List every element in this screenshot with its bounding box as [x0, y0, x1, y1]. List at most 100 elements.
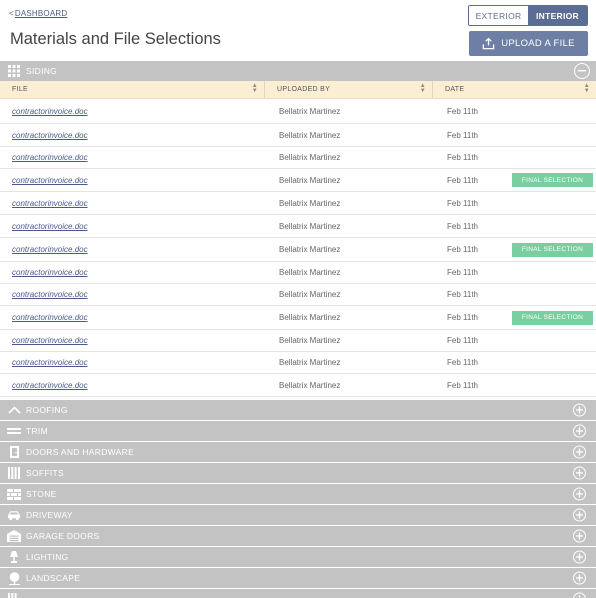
section-label: DRIVEWAY — [26, 510, 73, 520]
exterior-toggle-button[interactable]: EXTERIOR — [469, 6, 528, 25]
section-header-soffits[interactable]: SOFFITS — [0, 463, 596, 483]
table-row[interactable]: contractorinvoice.doc Bellatrix Martinez F… — [0, 306, 596, 330]
section-label: ROOFING — [26, 405, 68, 415]
file-link[interactable]: contractorinvoice.doc — [12, 131, 88, 140]
expand-plus-icon[interactable] — [573, 403, 586, 417]
section-header-landscape[interactable]: LANDSCAPE — [0, 568, 596, 588]
table-row[interactable]: contractorinvoice.doc Bellatrix Martinez F… — [0, 215, 596, 238]
uploaded-by-cell: Bellatrix Martinez — [279, 106, 341, 116]
chevron-left-icon: < — [9, 9, 14, 18]
file-cell: contractorinvoice.doc — [0, 245, 266, 254]
uploaded-by-cell: Bellatrix Martinez — [279, 245, 341, 254]
date-cell: Feb 11th — [447, 380, 478, 390]
date-cell: Feb 11th — [447, 130, 478, 140]
section-header-stone[interactable]: STONE — [0, 484, 596, 504]
interior-toggle-button[interactable]: INTERIOR — [528, 6, 587, 25]
uploaded-by-cell: Bellatrix Martinez — [279, 358, 341, 367]
partial-section-icon — [7, 592, 21, 598]
upload-file-button[interactable]: UPLOAD A FILE — [469, 31, 588, 56]
section-header-trim[interactable]: TRIM — [0, 421, 596, 441]
expand-plus-icon[interactable] — [573, 487, 586, 501]
column-header-date[interactable]: DATE ▲ ▼ — [433, 81, 596, 98]
table-row[interactable]: contractorinvoice.doc Bellatrix Martinez F… — [0, 330, 596, 352]
back-to-dashboard-link[interactable]: <DASHBOARD — [9, 9, 67, 18]
file-link[interactable]: contractorinvoice.doc — [12, 381, 88, 390]
file-link[interactable]: contractorinvoice.doc — [12, 107, 88, 116]
file-cell: contractorinvoice.doc — [0, 358, 266, 367]
expand-plus-icon[interactable] — [573, 529, 586, 543]
date-cell: Feb 11th — [447, 153, 478, 162]
final-selection-badge: FINAL SELECTION — [512, 173, 593, 187]
table-row[interactable]: contractorinvoice.doc Bellatrix Martinez F… — [0, 374, 596, 397]
uploaded-by-cell: Bellatrix Martinez — [279, 153, 341, 162]
uploaded-by-cell: Bellatrix Martinez — [279, 175, 341, 185]
table-row[interactable]: contractorinvoice.doc Bellatrix Martinez F… — [0, 262, 596, 284]
soffits-icon — [7, 466, 21, 480]
file-link[interactable]: contractorinvoice.doc — [12, 290, 88, 299]
file-cell: contractorinvoice.doc — [0, 153, 266, 162]
file-link[interactable]: contractorinvoice.doc — [12, 153, 88, 162]
table-row[interactable]: contractorinvoice.doc Bellatrix Martinez F… — [0, 124, 596, 147]
table-row[interactable]: contractorinvoice.doc Bellatrix Martinez F… — [0, 352, 596, 374]
table-row[interactable]: contractorinvoice.doc Bellatrix Martinez F… — [0, 284, 596, 306]
tree-icon — [7, 571, 21, 585]
section-header-roofing[interactable]: ROOFING — [0, 400, 596, 420]
section-label: SOFFITS — [26, 468, 64, 478]
expand-plus-icon[interactable] — [573, 550, 586, 564]
expand-plus-icon[interactable] — [573, 445, 586, 459]
expand-plus-icon[interactable] — [573, 592, 586, 598]
table-row[interactable]: contractorinvoice.doc Bellatrix Martinez F… — [0, 99, 596, 124]
file-cell: contractorinvoice.doc — [0, 131, 266, 140]
file-link[interactable]: contractorinvoice.doc — [12, 358, 88, 367]
file-link[interactable]: contractorinvoice.doc — [12, 245, 88, 254]
uploaded-by-cell: Bellatrix Martinez — [279, 313, 341, 322]
table-row[interactable]: contractorinvoice.doc Bellatrix Martinez F… — [0, 238, 596, 262]
sort-icon[interactable]: ▲ ▼ — [252, 83, 258, 94]
table-row[interactable]: contractorinvoice.doc Bellatrix Martinez F… — [0, 147, 596, 169]
file-link[interactable]: contractorinvoice.doc — [12, 199, 88, 208]
file-link[interactable]: contractorinvoice.doc — [12, 268, 88, 277]
column-label: DATE — [445, 86, 465, 93]
file-cell: contractorinvoice.doc — [0, 290, 266, 299]
siding-grid-icon — [7, 64, 21, 78]
sort-icon[interactable]: ▲ ▼ — [420, 83, 426, 94]
expand-plus-icon[interactable] — [573, 571, 586, 585]
roof-icon — [7, 403, 21, 417]
file-cell: contractorinvoice.doc — [0, 222, 266, 231]
file-cell: contractorinvoice.doc — [0, 199, 266, 208]
trim-icon — [7, 424, 21, 438]
expand-plus-icon[interactable] — [573, 424, 586, 438]
view-toggle: EXTERIOR INTERIOR — [468, 5, 588, 26]
file-cell: contractorinvoice.doc — [0, 107, 266, 116]
uploaded-by-cell: Bellatrix Martinez — [279, 221, 341, 231]
sort-icon[interactable]: ▲ ▼ — [584, 83, 590, 94]
section-header-siding[interactable]: SIDING — [0, 61, 596, 81]
file-link[interactable]: contractorinvoice.doc — [12, 336, 88, 345]
garage-icon — [7, 529, 21, 543]
uploaded-by-cell: Bellatrix Martinez — [279, 336, 341, 345]
page-title: Materials and File Selections — [10, 30, 221, 48]
section-header-garage-doors[interactable]: GARAGE DOORS — [0, 526, 596, 546]
door-icon — [7, 445, 21, 459]
table-row[interactable]: contractorinvoice.doc Bellatrix Martinez F… — [0, 192, 596, 215]
column-header-uploaded-by[interactable]: UPLOADED BY ▲ ▼ — [265, 81, 433, 98]
table-row[interactable]: contractorinvoice.doc Bellatrix Martinez F… — [0, 169, 596, 192]
file-cell: contractorinvoice.doc — [0, 381, 266, 390]
column-header-file[interactable]: FILE ▲ ▼ — [0, 81, 265, 98]
upload-icon — [482, 37, 495, 50]
expand-plus-icon[interactable] — [573, 466, 586, 480]
section-header-doors-and-hardware[interactable]: DOORS AND HARDWARE — [0, 442, 596, 462]
date-cell: Feb 11th — [447, 106, 478, 116]
collapse-minus-icon[interactable] — [574, 63, 590, 79]
file-link[interactable]: contractorinvoice.doc — [12, 313, 88, 322]
section-header-partial[interactable] — [0, 589, 596, 598]
section-label: LANDSCAPE — [26, 573, 81, 583]
section-label: STONE — [26, 489, 57, 499]
file-link[interactable]: contractorinvoice.doc — [12, 176, 88, 185]
section-header-lighting[interactable]: LIGHTING — [0, 547, 596, 567]
back-link-label: DASHBOARD — [14, 9, 68, 18]
file-link[interactable]: contractorinvoice.doc — [12, 222, 88, 231]
section-header-driveway[interactable]: DRIVEWAY — [0, 505, 596, 525]
upload-button-label: UPLOAD A FILE — [501, 38, 575, 49]
expand-plus-icon[interactable] — [573, 508, 586, 522]
